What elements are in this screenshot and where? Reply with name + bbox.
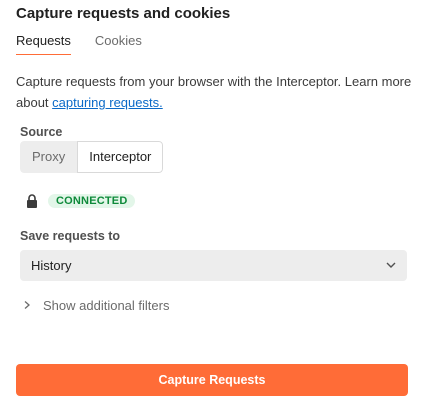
tab-cookies[interactable]: Cookies (95, 33, 142, 55)
tab-requests[interactable]: Requests (16, 33, 71, 55)
source-option-proxy[interactable]: Proxy (20, 141, 78, 173)
chevron-right-icon (24, 301, 30, 309)
description: Capture requests from your browser with … (16, 71, 416, 113)
source-option-interceptor[interactable]: Interceptor (77, 141, 164, 173)
tab-bar: Requests Cookies (16, 33, 166, 55)
panel-title: Capture requests and cookies (16, 5, 231, 22)
capture-panel: Capture requests and cookies Requests Co… (0, 0, 427, 411)
chevron-down-icon (386, 262, 396, 268)
save-requests-value: History (31, 258, 72, 273)
source-selector: Proxy Interceptor (20, 141, 164, 173)
capture-requests-button[interactable]: Capture Requests (16, 364, 408, 396)
source-label: Source (20, 125, 63, 139)
show-additional-filters-toggle[interactable]: Show additional filters (22, 296, 169, 314)
status-badge: CONNECTED (48, 194, 136, 208)
save-requests-select[interactable]: History (20, 250, 407, 281)
filters-label: Show additional filters (43, 297, 170, 313)
capturing-requests-link[interactable]: capturing requests. (52, 95, 163, 110)
save-requests-label: Save requests to (20, 229, 121, 243)
connection-status: CONNECTED (26, 193, 136, 209)
lock-icon (27, 194, 37, 208)
